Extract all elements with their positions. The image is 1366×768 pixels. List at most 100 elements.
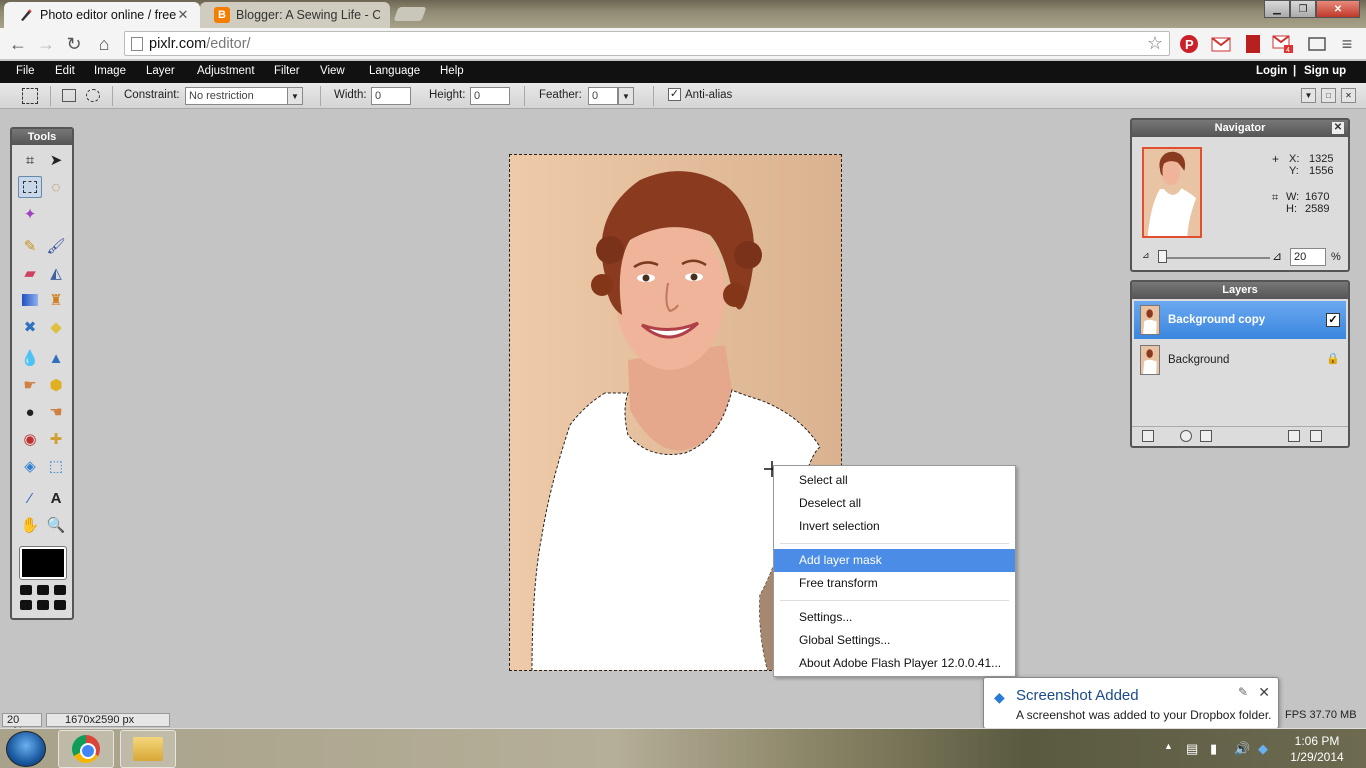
sharpen-icon[interactable]: ▲ (44, 347, 68, 369)
dodge-icon[interactable]: ☚ (44, 401, 68, 423)
menu-filter[interactable]: Filter (274, 65, 300, 77)
blur-icon[interactable]: 💧 (18, 347, 42, 369)
dropbox-tray-icon[interactable]: ◆ (1258, 741, 1268, 757)
menu-add-layer-mask[interactable]: Add layer mask (774, 549, 1015, 572)
smudge-icon[interactable]: ☛ (18, 374, 42, 396)
type-icon[interactable]: A (44, 487, 68, 509)
navigator-thumbnail[interactable] (1142, 147, 1202, 238)
hand-icon[interactable]: ✋ (18, 514, 42, 536)
settings-icon[interactable]: ✎ (1238, 685, 1248, 699)
stamp-icon[interactable]: ♜ (44, 289, 68, 311)
network-icon[interactable]: ▮ (1210, 741, 1217, 757)
swatch-dot[interactable] (37, 600, 49, 610)
menu-global-settings[interactable]: Global Settings... (774, 629, 1015, 652)
shape-icon[interactable]: ◆ (44, 316, 68, 338)
home-icon[interactable]: ⌂ (92, 32, 116, 56)
taskbar-clock[interactable]: 1:06 PM 1/29/2014 (1286, 733, 1348, 765)
gmail-icon[interactable] (1210, 33, 1232, 55)
zoom-icon[interactable]: 🔍 (44, 514, 68, 536)
maximize-icon[interactable]: □ (1321, 88, 1336, 103)
pencil-icon[interactable]: ✎ (18, 235, 42, 257)
gradient-icon[interactable] (18, 289, 42, 311)
red-eye-icon[interactable]: ◉ (18, 428, 42, 450)
gmail-notify-icon[interactable]: 4 (1272, 33, 1294, 55)
layer-row[interactable]: Background 🔒 (1134, 341, 1346, 379)
taskbar-explorer[interactable] (120, 730, 176, 768)
menu-about-flash[interactable]: About Adobe Flash Player 12.0.0.41... (774, 652, 1015, 675)
menu-view[interactable]: View (320, 65, 345, 77)
restore-icon[interactable]: ❐ (1290, 0, 1316, 18)
tab-blogger[interactable]: B Blogger: A Sewing Life - C (200, 2, 390, 28)
eraser-icon[interactable]: ▰ (18, 262, 42, 284)
zoom-out-icon[interactable]: ⊿ (1142, 250, 1150, 261)
cast-icon[interactable] (1306, 33, 1328, 55)
visibility-checkbox[interactable]: ✓ (1326, 313, 1340, 327)
volume-icon[interactable]: 🔊 (1234, 741, 1250, 757)
layer-settings-icon[interactable] (1142, 430, 1154, 442)
menu-select-all[interactable]: Select all (774, 469, 1015, 492)
marquee-tool-icon[interactable] (22, 88, 38, 104)
lasso-icon[interactable]: ◌ (44, 176, 68, 198)
burn-icon[interactable]: ● (18, 401, 42, 423)
layer-styles-icon[interactable] (1200, 430, 1212, 442)
constraint-select[interactable]: No restriction (185, 87, 288, 105)
menu-edit[interactable]: Edit (55, 65, 75, 77)
menu-image[interactable]: Image (94, 65, 126, 77)
rect-select-icon[interactable] (62, 89, 76, 102)
swatch-dot[interactable] (20, 585, 32, 595)
zoom-slider-handle[interactable] (1158, 250, 1167, 263)
menu-adjustment[interactable]: Adjustment (197, 65, 255, 77)
zoom-in-icon[interactable]: ⊿ (1272, 249, 1282, 263)
menu-help[interactable]: Help (440, 65, 464, 77)
foreground-color-swatch[interactable] (19, 546, 67, 580)
menu-language[interactable]: Language (369, 65, 420, 77)
marquee-icon[interactable] (18, 176, 42, 198)
crop-icon[interactable]: ⌗ (18, 149, 42, 171)
menu-file[interactable]: File (16, 65, 35, 77)
menu-icon[interactable]: ≡ (1336, 33, 1358, 55)
collapse-icon[interactable]: ▼ (1301, 88, 1316, 103)
menu-invert-selection[interactable]: Invert selection (774, 515, 1015, 538)
bloat-icon[interactable]: ◈ (18, 455, 42, 477)
close-tab-icon[interactable]: ✕ (176, 7, 190, 23)
close-icon[interactable]: ✕ (1332, 122, 1344, 134)
menu-layer[interactable]: Layer (146, 65, 175, 77)
spot-heal-icon[interactable]: ✚ (44, 428, 68, 450)
swatch-dot[interactable] (54, 585, 66, 595)
chevron-down-icon[interactable]: ▼ (287, 87, 303, 105)
tray-arrow-icon[interactable]: ▲ (1164, 741, 1173, 751)
menu-settings[interactable]: Settings... (774, 606, 1015, 629)
address-bar[interactable]: pixlr.com /editor/ ☆ (124, 31, 1170, 56)
chevron-down-icon[interactable]: ▼ (618, 87, 634, 105)
layer-mask-icon[interactable] (1180, 430, 1192, 442)
layer-row[interactable]: Background copy ✓ (1134, 301, 1346, 339)
reload-icon[interactable]: ↻ (62, 32, 86, 56)
tray-clipboard-icon[interactable]: ▤ (1186, 741, 1198, 757)
swatch-dot[interactable] (20, 600, 32, 610)
zoom-input[interactable]: 20 (1290, 248, 1326, 266)
sponge-icon[interactable]: ⬢ (44, 374, 68, 396)
height-input[interactable]: 0 (470, 87, 510, 105)
bookmark-star-icon[interactable]: ☆ (1147, 33, 1163, 54)
close-window-icon[interactable]: ✕ (1316, 0, 1360, 18)
feather-select[interactable]: 0 (588, 87, 618, 105)
minimize-icon[interactable]: ▁ (1264, 0, 1290, 18)
magic-wand-icon[interactable]: ✦ (18, 203, 42, 225)
taskbar-chrome[interactable] (58, 730, 114, 768)
new-layer-icon[interactable] (1288, 430, 1300, 442)
brush-icon[interactable]: 🖌 (44, 235, 68, 257)
menu-free-transform[interactable]: Free transform (774, 572, 1015, 595)
pinterest-icon[interactable]: P (1178, 33, 1200, 55)
close-icon[interactable]: ✕ (1341, 88, 1356, 103)
signup-link[interactable]: Sign up (1304, 65, 1346, 77)
bucket-icon[interactable]: ◭ (44, 262, 68, 284)
swatch-dot[interactable] (54, 600, 66, 610)
login-link[interactable]: Login (1256, 65, 1287, 77)
trash-icon[interactable] (1310, 430, 1322, 442)
width-input[interactable]: 0 (371, 87, 411, 105)
dropbox-notification[interactable]: ◆ Screenshot Added A screenshot was adde… (983, 677, 1279, 729)
swatch-dot[interactable] (37, 585, 49, 595)
bookmark-icon[interactable] (1242, 33, 1264, 55)
back-arrow-icon[interactable]: ← (6, 32, 30, 56)
zoom-slider-track[interactable] (1158, 257, 1270, 259)
